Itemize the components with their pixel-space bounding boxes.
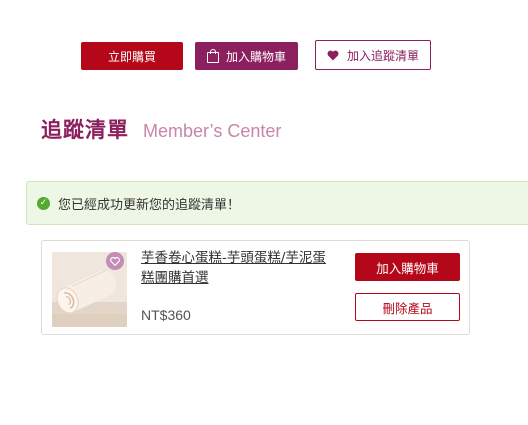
page-subtitle: Member’s Center: [143, 121, 282, 141]
shopping-bag-icon: [206, 48, 219, 63]
add-to-wishlist-button[interactable]: 加入追蹤清單: [315, 40, 431, 70]
heart-icon: [327, 50, 339, 60]
check-circle-icon: ✓: [37, 196, 50, 210]
wishlist-heart-icon[interactable]: [106, 252, 124, 270]
success-alert: ✓ 您已經成功更新您的追蹤清單！: [26, 181, 528, 225]
item-add-to-cart-label: 加入購物車: [376, 260, 439, 276]
add-to-cart-label: 加入購物車: [225, 49, 286, 64]
wishlist-item-card: 芋香卷心蛋糕-芋頭蛋糕/芋泥蛋糕團購首選 NT$360 加入購物車 刪除產品: [41, 240, 470, 335]
alert-message: 您已經成功更新您的追蹤清單！: [58, 197, 241, 213]
remove-product-button[interactable]: 刪除產品: [355, 293, 460, 321]
page-heading: 追蹤清單 Member’s Center: [41, 114, 281, 144]
item-add-to-cart-button[interactable]: 加入購物車: [355, 253, 460, 281]
add-to-cart-button[interactable]: 加入購物車: [195, 42, 298, 70]
buy-now-label: 立即購買: [107, 49, 156, 64]
product-name-link[interactable]: 芋香卷心蛋糕-芋頭蛋糕/芋泥蛋糕團購首選: [141, 248, 331, 288]
page-title: 追蹤清單: [41, 118, 129, 142]
remove-product-label: 刪除產品: [382, 300, 433, 316]
add-to-wishlist-label: 加入追蹤清單: [346, 48, 419, 63]
product-price: NT$360: [141, 307, 191, 323]
buy-now-button[interactable]: 立即購買: [81, 42, 183, 70]
